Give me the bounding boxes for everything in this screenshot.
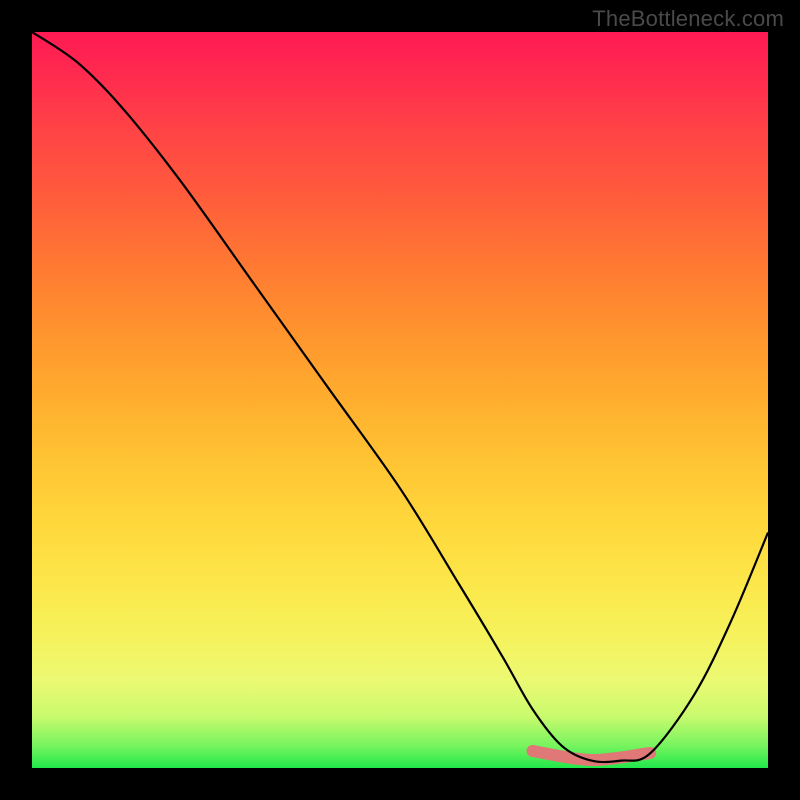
watermark-text: TheBottleneck.com [592,6,784,32]
bottleneck-curve-line [32,32,768,762]
optimal-range-band [532,751,650,760]
chart-svg [32,32,768,768]
chart-plot-area [32,32,768,768]
